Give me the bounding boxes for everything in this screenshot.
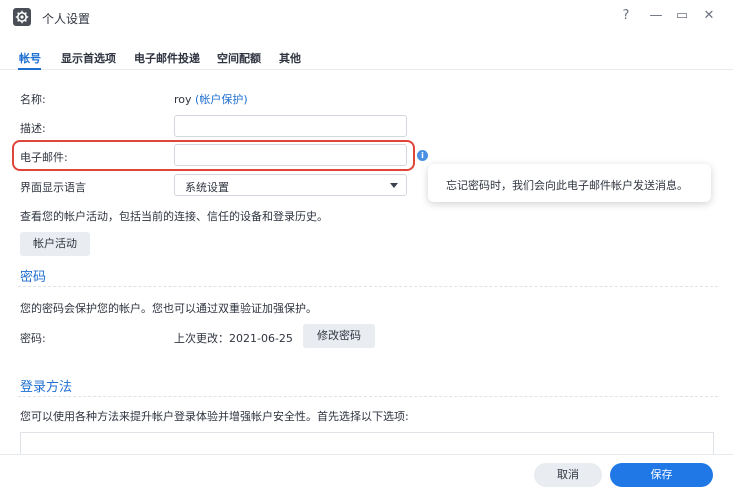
description-label: 描述: [20,122,46,135]
password-last-changed: 上次更改：2021-06-25 [174,332,293,345]
language-label: 界面显示语言 [20,181,86,194]
password-label: 密码: [20,332,46,345]
help-icon[interactable]: ? [619,9,633,23]
description-input[interactable] [174,115,407,137]
tab-bar: 帐号 显示首选项 电子邮件投递 空间配额 其他 [0,40,733,70]
close-icon[interactable]: ✕ [702,9,716,23]
title-bar: 个人设置 ? — ▭ ✕ [0,0,733,34]
maximize-icon[interactable]: ▭ [675,9,689,23]
password-description: 您的密码会保护您的帐户。您也可以通过双重验证加强保护。 [20,302,317,315]
name-value-row: roy (帐户保护) [174,91,248,107]
chevron-down-icon [390,183,398,188]
save-button[interactable]: 保存 [610,463,713,487]
cancel-button[interactable]: 取消 [534,463,602,487]
tab-others[interactable]: 其他 [279,50,301,66]
password-section-title: 密码 [20,270,47,285]
email-input[interactable] [174,144,407,166]
login-methods-description: 您可以使用各种方法来提升帐户登录体验并增强帐户安全性。首先选择以下选项: [20,410,409,423]
account-activity-button[interactable]: 帐户活动 [20,232,90,256]
password-divider [18,286,718,287]
login-methods-section-title: 登录方法 [20,380,73,395]
change-password-button[interactable]: 修改密码 [303,324,375,348]
minimize-icon[interactable]: — [649,9,663,23]
activity-description: 查看您的帐户活动，包括当前的连接、信任的设备和登录历史。 [20,210,328,223]
email-tooltip: 忘记密码时，我们会向此电子邮件帐户发送消息。 [428,164,711,202]
tab-account[interactable]: 帐号 [19,50,41,66]
settings-app-icon [13,8,31,26]
language-select-value: 系统设置 [185,181,229,194]
active-tab-indicator [18,68,41,70]
login-divider [18,396,718,397]
tab-display-preferences[interactable]: 显示首选项 [61,50,116,66]
email-label: 电子邮件: [20,151,68,164]
tab-quota[interactable]: 空间配额 [217,50,261,66]
info-icon[interactable]: i [417,150,428,161]
account-protection-link[interactable]: (帐户保护) [195,93,248,106]
name-value: roy [174,93,192,106]
window-title: 个人设置 [42,12,91,26]
name-label: 名称: [20,93,46,106]
tab-email-delivery[interactable]: 电子邮件投递 [134,50,200,66]
language-select[interactable]: 系统设置 [174,174,407,196]
